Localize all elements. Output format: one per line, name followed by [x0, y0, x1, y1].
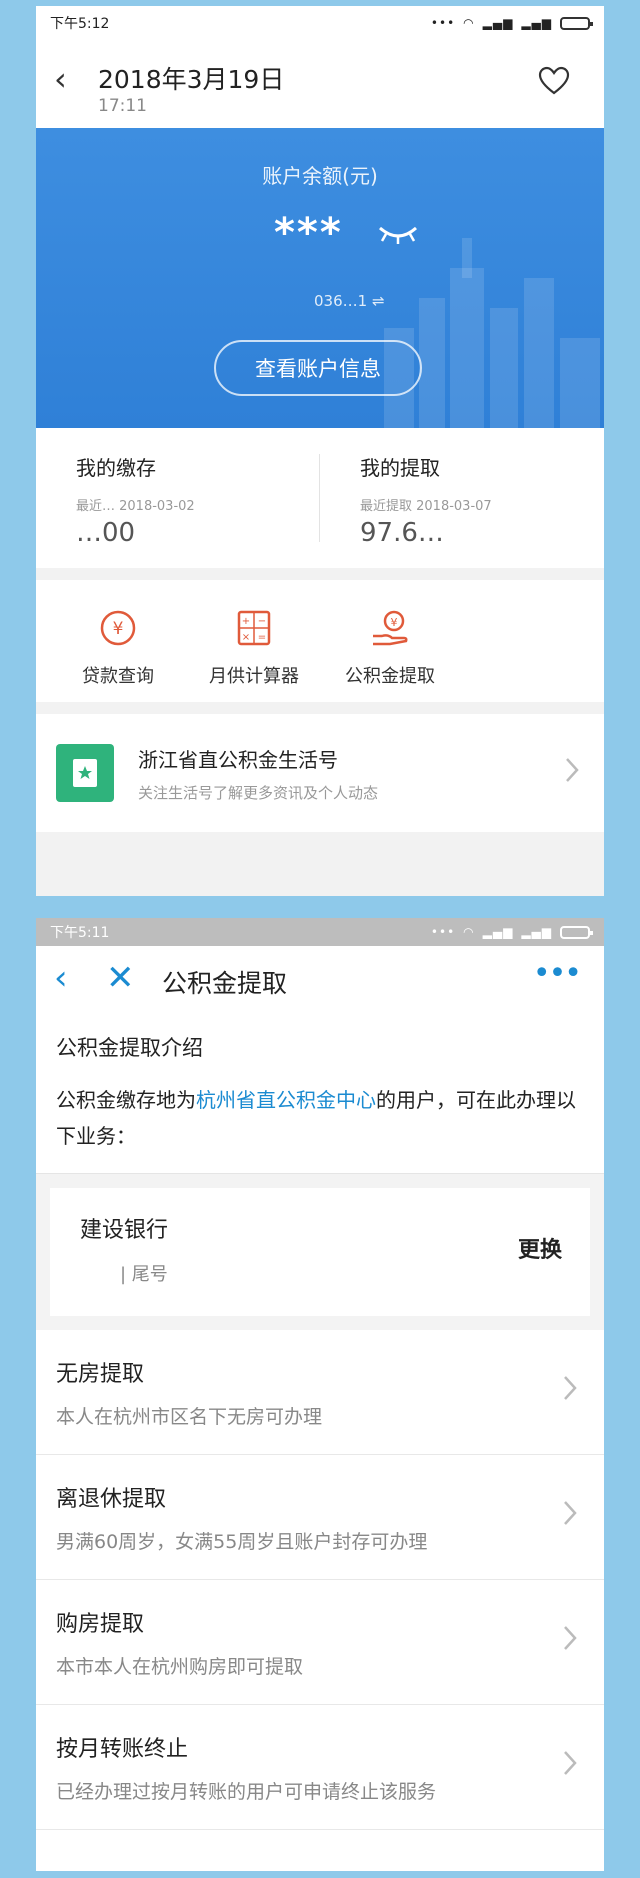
- service-name: 浙江省直公积金生活号: [138, 748, 338, 772]
- balance-banner: 账户余额(元) *** 036…1 ⇌ 查看账户信息: [36, 128, 604, 428]
- quick-action-label: 贷款查询: [82, 666, 154, 687]
- account-number: 036…1 ⇌: [314, 292, 385, 310]
- bookmark-star-logo-icon: [56, 744, 114, 802]
- option-title: 按月转账终止: [56, 1737, 189, 1762]
- page-title-date: 2018年3月19日: [98, 65, 285, 94]
- option-desc: 已经办理过按月转账的用户可申请终止该服务: [56, 1781, 437, 1803]
- battery-icon: [560, 16, 593, 30]
- option-desc: 男满60周岁，女满55周岁且账户封存可办理: [56, 1531, 428, 1553]
- header: ‹ ✕ 公积金提取 •••: [36, 946, 604, 1012]
- option-title: 无房提取: [56, 1362, 145, 1387]
- signal-icon: ▂▄▆: [482, 16, 514, 30]
- withdraw-title: 我的提取: [360, 456, 440, 480]
- bank-name: 建设银行: [80, 1218, 169, 1243]
- status-bar: 下午5:11 ••• ◠ ▂▄▆ ▂▄▆: [36, 918, 604, 946]
- favorite-heart-icon[interactable]: [538, 66, 570, 100]
- view-account-button[interactable]: 查看账户信息: [214, 340, 422, 396]
- signal-icon: ▂▄▆: [482, 925, 514, 939]
- signal-icon-2: ▂▄▆: [521, 16, 552, 30]
- intro-text: 公积金缴存地为杭州省直公积金中心的用户，可在此办理以下业务：: [56, 1082, 584, 1154]
- more-dots-icon: •••: [430, 16, 456, 30]
- status-icons: ••• ◠ ▂▄▆ ▂▄▆: [430, 925, 593, 939]
- life-account-card[interactable]: 浙江省直公积金生活号 关注生活号了解更多资讯及个人动态: [36, 714, 604, 832]
- quick-action-calculator[interactable]: + − × = 月供计算器: [186, 580, 322, 702]
- option-house-purchase[interactable]: 购房提取 本市本人在杭州购房即可提取: [36, 1580, 604, 1705]
- bank-card-section: 建设银行 | 尾号 更换: [36, 1174, 604, 1330]
- svg-text:+: +: [242, 616, 250, 627]
- close-button[interactable]: ✕: [106, 958, 135, 998]
- calculator-icon: + −× =: [237, 610, 271, 646]
- my-withdraw-card[interactable]: 我的提取 最近提取 2018-03-07 97.6…: [320, 428, 604, 568]
- wifi-icon: ◠: [463, 925, 475, 939]
- page-title: 公积金提取: [162, 969, 288, 998]
- svg-text:×: ×: [242, 632, 250, 643]
- eye-closed-icon[interactable]: [376, 222, 420, 250]
- bank-card-tail: | 尾号: [120, 1264, 168, 1285]
- more-dots-icon: •••: [430, 925, 456, 939]
- yen-circle-icon: ¥: [100, 610, 136, 646]
- deposit-date: 最近… 2018-03-02: [76, 499, 195, 514]
- page-subtitle-time: 17:11: [98, 96, 147, 116]
- option-monthly-transfer-stop[interactable]: 按月转账终止 已经办理过按月转账的用户可申请终止该服务: [36, 1705, 604, 1830]
- balance-label: 账户余额(元): [262, 164, 378, 188]
- summary-panel: 我的缴存 最近… 2018-03-02 …00 我的提取 最近提取 2018-0…: [36, 428, 604, 568]
- option-desc: 本人在杭州市区名下无房可办理: [56, 1406, 323, 1428]
- hand-coin-icon: ¥: [373, 610, 408, 646]
- screen-account-overview: 下午5:12 ••• ◠ ▂▄▆ ▂▄▆ ‹ 2018年3月19日 17:11: [36, 6, 604, 896]
- intro-text-before: 公积金缴存地为: [56, 1088, 196, 1112]
- option-desc: 本市本人在杭州购房即可提取: [56, 1656, 304, 1678]
- balance-masked: ***: [274, 210, 343, 256]
- bank-card: 建设银行 | 尾号 更换: [50, 1188, 590, 1316]
- back-button[interactable]: ‹: [54, 60, 67, 98]
- my-deposit-card[interactable]: 我的缴存 最近… 2018-03-02 …00: [36, 428, 320, 568]
- more-menu-icon[interactable]: •••: [533, 956, 582, 991]
- status-time: 下午5:11: [50, 925, 110, 941]
- deposit-amount: …00: [76, 518, 136, 548]
- quick-action-loan-query[interactable]: ¥ 贷款查询: [50, 580, 186, 702]
- quick-action-withdraw[interactable]: ¥ 公积金提取: [322, 580, 458, 702]
- withdraw-amount: 97.6…: [360, 518, 444, 548]
- chevron-right-icon: [564, 1751, 577, 1775]
- header: ‹ 2018年3月19日 17:11: [36, 40, 604, 128]
- battery-icon: [560, 925, 593, 939]
- deposit-title: 我的缴存: [76, 456, 156, 480]
- svg-text:=: =: [258, 632, 266, 643]
- status-time: 下午5:12: [50, 16, 110, 32]
- divider: [319, 454, 320, 542]
- center-link[interactable]: 杭州省直公积金中心: [196, 1088, 376, 1112]
- signal-icon-2: ▂▄▆: [521, 925, 552, 939]
- chevron-right-icon: [566, 758, 579, 782]
- option-title: 购房提取: [56, 1612, 145, 1637]
- withdraw-date: 最近提取 2018-03-07: [360, 499, 492, 514]
- screen-withdraw: 下午5:11 ••• ◠ ▂▄▆ ▂▄▆ ‹ ✕ 公积金提取 ••• 公积金提取…: [36, 918, 604, 1871]
- wifi-icon: ◠: [463, 16, 475, 30]
- service-desc: 关注生活号了解更多资讯及个人动态: [138, 784, 379, 802]
- option-title: 离退休提取: [56, 1487, 167, 1512]
- status-bar: 下午5:12 ••• ◠ ▂▄▆ ▂▄▆: [36, 6, 604, 40]
- svg-text:−: −: [258, 616, 266, 627]
- intro-section: 公积金提取介绍 公积金缴存地为杭州省直公积金中心的用户，可在此办理以下业务：: [36, 1012, 604, 1174]
- change-bank-button[interactable]: 更换: [518, 1232, 562, 1264]
- option-retirement[interactable]: 离退休提取 男满60周岁，女满55周岁且账户封存可办理: [36, 1455, 604, 1580]
- chevron-right-icon: [564, 1501, 577, 1525]
- quick-action-label: 公积金提取: [345, 666, 435, 687]
- quick-actions: ¥ 贷款查询 + − × = 月供计算器 ¥ 公积金提取: [36, 580, 604, 702]
- chevron-right-icon: [564, 1376, 577, 1400]
- back-button[interactable]: ‹: [54, 958, 68, 998]
- status-icons: ••• ◠ ▂▄▆ ▂▄▆: [430, 16, 593, 30]
- option-no-house[interactable]: 无房提取 本人在杭州市区名下无房可办理: [36, 1330, 604, 1455]
- quick-action-label: 月供计算器: [209, 666, 299, 687]
- svg-text:¥: ¥: [391, 616, 398, 629]
- intro-heading: 公积金提取介绍: [56, 1036, 203, 1060]
- chevron-right-icon: [564, 1626, 577, 1650]
- svg-text:¥: ¥: [113, 619, 124, 639]
